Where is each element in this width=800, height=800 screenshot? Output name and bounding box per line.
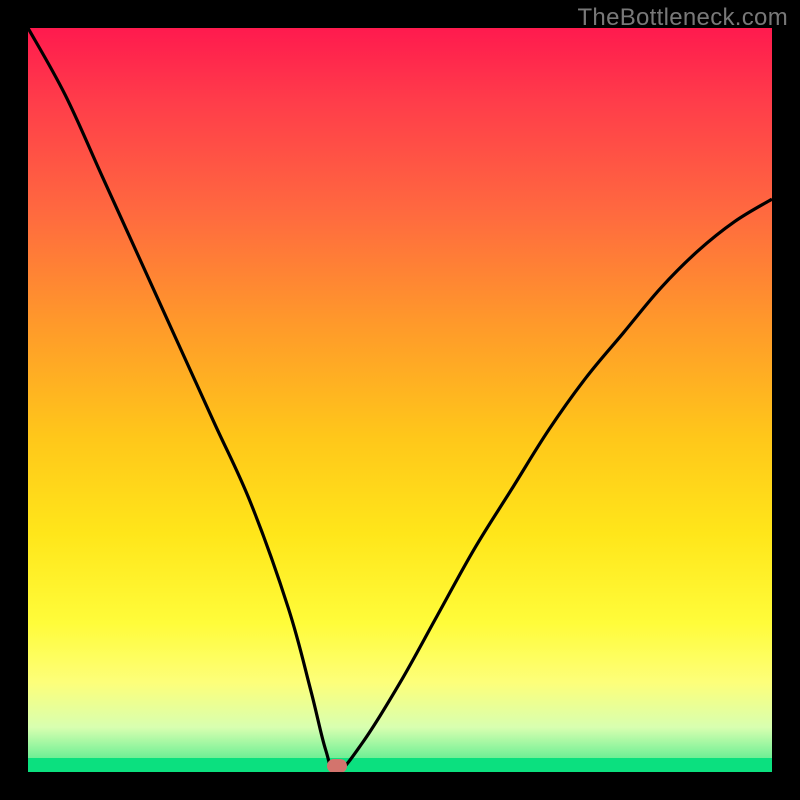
optimum-marker	[327, 759, 347, 772]
watermark-text: TheBottleneck.com	[577, 4, 788, 32]
bottleneck-curve	[28, 28, 772, 772]
plot-area	[28, 28, 772, 772]
chart-frame: TheBottleneck.com	[0, 0, 800, 800]
curve-svg	[28, 28, 772, 772]
